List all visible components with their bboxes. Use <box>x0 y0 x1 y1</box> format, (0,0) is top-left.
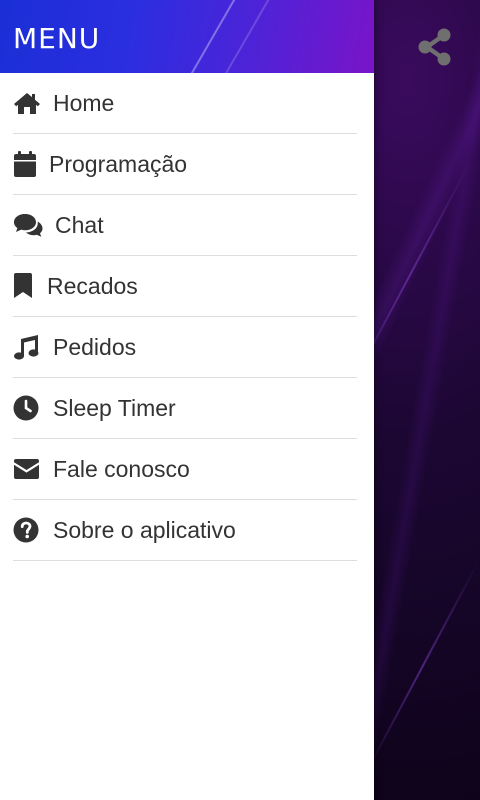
music-note-icon <box>13 332 43 362</box>
menu-item-label: Pedidos <box>53 333 137 360</box>
menu-item-programacao[interactable]: Programação <box>13 134 357 195</box>
drawer-title: MENU <box>13 22 101 55</box>
question-circle-icon <box>13 515 43 545</box>
envelope-icon <box>13 454 43 484</box>
menu-item-label: Recados <box>47 272 138 299</box>
menu-item-label: Home <box>53 89 115 116</box>
calendar-icon <box>13 149 43 179</box>
app-screen: MENU Home Programação Chat Recados Pedid… <box>0 0 480 800</box>
drawer-header: MENU <box>0 0 374 73</box>
menu-item-chat[interactable]: Chat <box>13 195 357 256</box>
menu-item-label: Sobre o aplicativo <box>53 516 236 543</box>
menu-item-label: Programação <box>49 150 188 177</box>
menu-item-recados[interactable]: Recados <box>13 256 357 317</box>
navigation-drawer: MENU Home Programação Chat Recados Pedid… <box>0 0 374 800</box>
share-icon <box>418 28 451 66</box>
home-icon <box>13 88 43 118</box>
menu-item-pedidos[interactable]: Pedidos <box>13 317 357 378</box>
menu-item-home[interactable]: Home <box>13 73 357 134</box>
menu-item-label: Fale conosco <box>53 455 190 482</box>
menu-item-fale-conosco[interactable]: Fale conosco <box>13 439 357 500</box>
menu-item-sobre-o-aplicativo[interactable]: Sobre o aplicativo <box>13 500 357 561</box>
clock-icon <box>13 393 43 423</box>
bookmark-icon <box>13 271 43 301</box>
chat-icon <box>13 210 43 240</box>
share-button[interactable] <box>414 26 456 68</box>
menu-item-label: Sleep Timer <box>53 394 176 421</box>
header-highlight <box>220 0 282 73</box>
menu-item-sleep-timer[interactable]: Sleep Timer <box>13 378 357 439</box>
menu-list: Home Programação Chat Recados Pedidos Sl… <box>0 73 374 561</box>
menu-item-label: Chat <box>55 211 104 238</box>
